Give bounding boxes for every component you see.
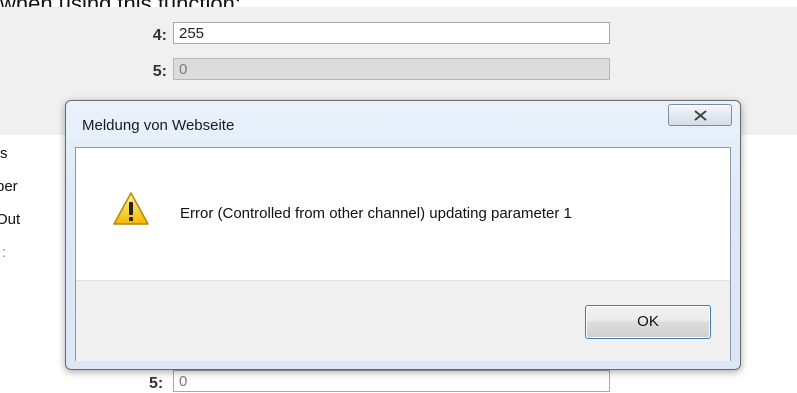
side-label: per xyxy=(0,178,18,195)
dialog-content: Error (Controlled from other channel) up… xyxy=(75,147,731,361)
ok-button[interactable]: OK xyxy=(585,305,711,339)
message-area: Error (Controlled from other channel) up… xyxy=(76,148,730,280)
side-label: Out xyxy=(0,211,21,228)
side-label: s xyxy=(0,145,8,162)
warning-triangle-icon xyxy=(113,192,149,225)
alert-dialog: Meldung von Webseite Error (Controlled f… xyxy=(65,100,741,370)
button-bar: OK xyxy=(76,280,730,361)
param-4-label: 4: xyxy=(152,27,167,44)
close-x-icon xyxy=(694,110,707,121)
param-4-input[interactable]: 255 xyxy=(173,22,610,44)
param-5-input: 0 xyxy=(173,58,610,80)
error-message: Error (Controlled from other channel) up… xyxy=(180,205,572,222)
bottom-param-label: 5: xyxy=(149,375,164,392)
close-button[interactable] xyxy=(668,104,732,126)
param-5-label: 5: xyxy=(152,63,167,80)
side-label: : xyxy=(2,244,7,261)
bottom-param-input[interactable]: 0 xyxy=(173,370,610,392)
dialog-title: Meldung von Webseite xyxy=(82,117,235,134)
